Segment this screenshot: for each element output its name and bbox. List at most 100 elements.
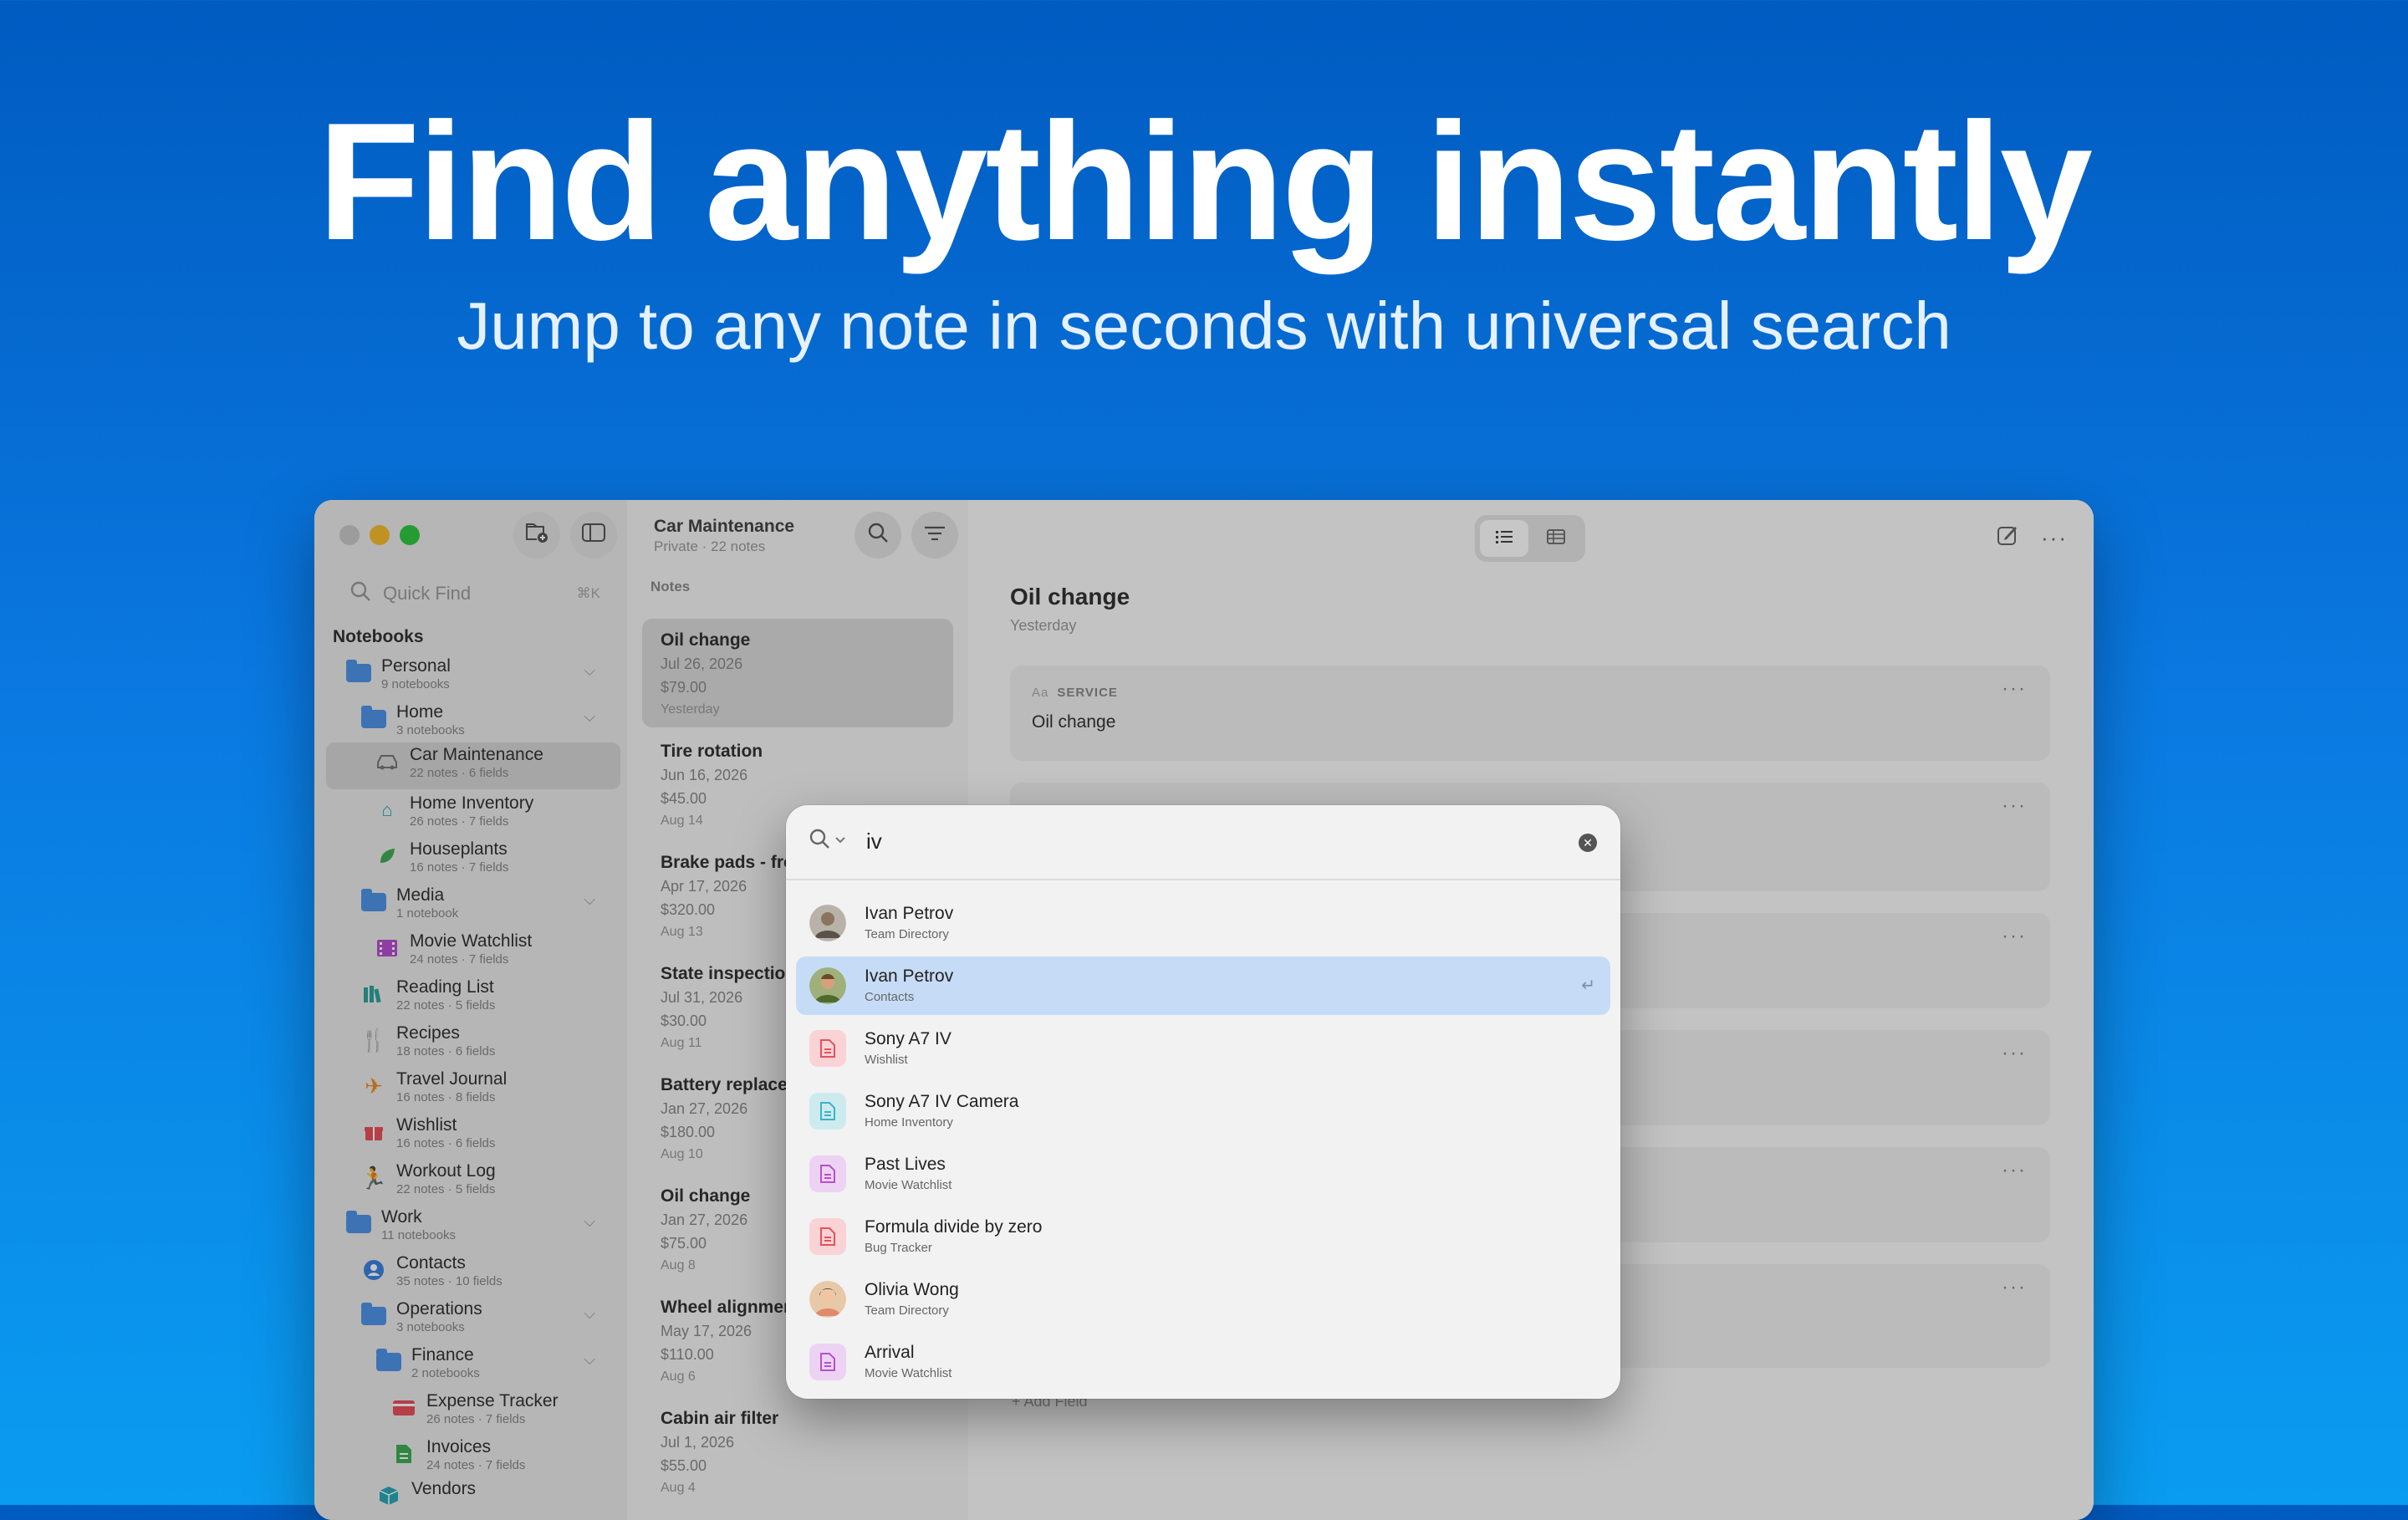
result-title: Sony A7 IV Camera bbox=[865, 1092, 1019, 1111]
sidebar-item-movie-watchlist[interactable]: Movie Watchlist 24 notes · 7 fields bbox=[373, 931, 595, 976]
clear-search-button[interactable]: ✕ bbox=[1579, 834, 1597, 852]
sidebar-item-travel-journal[interactable]: ✈ Travel Journal 16 notes · 8 fields bbox=[360, 1069, 595, 1114]
text-type-icon: Aa bbox=[1032, 686, 1049, 700]
new-notebook-button[interactable] bbox=[513, 512, 560, 559]
table-view-button[interactable] bbox=[1532, 520, 1580, 557]
ellipsis-icon[interactable]: ··· bbox=[2002, 1042, 2027, 1065]
sidebar-item-car-maintenance[interactable]: Car Maintenance 22 notes · 6 fields bbox=[326, 742, 620, 789]
sidebar-item-home-inventory[interactable]: ⌂ Home Inventory 26 notes · 7 fields bbox=[373, 793, 595, 838]
note-amount: $180.00 bbox=[661, 1124, 716, 1140]
sidebar-item-invoices[interactable]: Invoices 24 notes · 7 fields bbox=[390, 1436, 595, 1482]
ellipsis-icon[interactable]: ··· bbox=[2002, 1276, 2027, 1299]
note-amount: $30.00 bbox=[661, 1012, 707, 1029]
sidebar-item-contacts[interactable]: Contacts 35 notes · 10 fields bbox=[360, 1252, 595, 1298]
search-result-item[interactable]: Olivia Wong Team Directory bbox=[796, 1270, 1610, 1329]
sidebar-item-personal[interactable]: Personal 9 notebooks ⌵ bbox=[344, 655, 595, 701]
sidebar-item-label: Recipes bbox=[396, 1023, 460, 1043]
search-result-item[interactable]: Arrival Movie Watchlist bbox=[796, 1333, 1610, 1391]
chevron-down-icon[interactable]: ⌵ bbox=[584, 708, 595, 726]
chevron-down-icon[interactable]: ⌵ bbox=[584, 1213, 595, 1231]
note-list-item[interactable]: Cabin air filter Jul 1, 2026 $55.00 Aug … bbox=[642, 1397, 953, 1506]
chevron-down-icon[interactable]: ⌵ bbox=[584, 891, 595, 909]
search-input[interactable]: iv bbox=[866, 829, 882, 854]
minimize-window-button[interactable] bbox=[370, 525, 390, 545]
quick-find-label: Quick Find bbox=[383, 583, 472, 604]
ellipsis-icon[interactable]: ··· bbox=[2002, 925, 2027, 948]
sidebar-item-media[interactable]: Media 1 notebook ⌵ bbox=[360, 885, 595, 930]
sidebar-item-reading-list[interactable]: Reading List 22 notes · 5 fields bbox=[360, 977, 595, 1022]
result-notebook: Team Directory bbox=[865, 1303, 949, 1318]
note-amount: $110.00 bbox=[661, 1346, 714, 1363]
note-title: Oil change bbox=[661, 1186, 751, 1206]
running-figure-icon: 🏃 bbox=[360, 1165, 388, 1191]
note-amount: $75.00 bbox=[661, 1235, 707, 1252]
table-icon bbox=[1547, 528, 1565, 549]
ellipsis-icon[interactable]: ··· bbox=[2002, 794, 2027, 818]
search-result-item-selected[interactable]: Ivan Petrov Contacts ↵ bbox=[796, 956, 1610, 1015]
folder-icon bbox=[360, 889, 388, 915]
search-result-item[interactable]: Sony A7 IV Camera Home Inventory bbox=[796, 1082, 1610, 1140]
document-icon bbox=[809, 1218, 846, 1255]
note-date: May 17, 2026 bbox=[661, 1323, 752, 1339]
note-updated: Aug 4 bbox=[661, 1481, 696, 1495]
result-notebook: Home Inventory bbox=[865, 1115, 953, 1130]
list-view-button[interactable] bbox=[1480, 520, 1528, 557]
sidebar-item-vendors[interactable]: Vendors bbox=[375, 1478, 595, 1520]
compose-button[interactable] bbox=[1985, 515, 2030, 560]
toggle-sidebar-button[interactable] bbox=[570, 512, 617, 559]
search-result-item[interactable]: Ivan Petrov Team Directory bbox=[796, 894, 1610, 952]
note-title: Wheel alignmen bbox=[661, 1298, 794, 1317]
chevron-down-icon[interactable]: ⌵ bbox=[584, 1351, 595, 1369]
sidebar-item-work[interactable]: Work 11 notebooks ⌵ bbox=[344, 1206, 595, 1252]
search-notes-button[interactable] bbox=[855, 512, 901, 559]
ellipsis-icon[interactable]: ··· bbox=[2002, 1159, 2027, 1182]
note-list-item[interactable]: Oil change Jul 26, 2026 $79.00 Yesterday bbox=[642, 619, 953, 727]
document-icon bbox=[809, 1093, 846, 1130]
field-label: Aa SERVICE bbox=[1032, 686, 1118, 700]
chevron-down-icon[interactable]: ⌵ bbox=[584, 1305, 595, 1323]
close-window-button[interactable] bbox=[339, 525, 360, 545]
sidebar-item-label: Movie Watchlist bbox=[410, 931, 533, 951]
note-amount: $320.00 bbox=[661, 901, 716, 918]
search-result-item[interactable]: Past Lives Movie Watchlist bbox=[796, 1145, 1610, 1203]
quick-find-shortcut: ⌘K bbox=[576, 585, 600, 601]
quick-find[interactable]: Quick Find ⌘K bbox=[349, 577, 600, 610]
result-notebook: Wishlist bbox=[865, 1053, 908, 1067]
ellipsis-icon[interactable]: ··· bbox=[2002, 677, 2027, 701]
leaf-icon bbox=[373, 844, 401, 869]
sidebar-item-wishlist[interactable]: Wishlist 16 notes · 6 fields bbox=[360, 1114, 595, 1160]
sort-filter-button[interactable] bbox=[911, 512, 958, 559]
search-result-item[interactable]: Sony A7 IV Wishlist bbox=[796, 1019, 1610, 1078]
search-icon bbox=[808, 827, 831, 854]
sidebar-item-operations[interactable]: Operations 3 notebooks ⌵ bbox=[360, 1298, 595, 1344]
sidebar-item-label: Personal bbox=[381, 656, 451, 676]
sidebar-item-workout-log[interactable]: 🏃 Workout Log 22 notes · 5 fields bbox=[360, 1160, 595, 1206]
list-icon bbox=[1495, 528, 1513, 549]
chevron-down-icon[interactable]: ⌵ bbox=[584, 662, 595, 680]
sidebar-icon bbox=[581, 522, 606, 548]
result-notebook: Movie Watchlist bbox=[865, 1178, 952, 1192]
sidebar-item-meta: 3 notebooks bbox=[396, 1320, 465, 1334]
avatar bbox=[809, 905, 846, 941]
field-card[interactable]: Aa SERVICE Oil change ··· bbox=[1010, 666, 2050, 761]
sidebar-item-finance[interactable]: Finance 2 notebooks ⌵ bbox=[375, 1344, 595, 1390]
sidebar-item-meta: 26 notes · 7 fields bbox=[426, 1412, 526, 1426]
sidebar-item-houseplants[interactable]: Houseplants 16 notes · 7 fields bbox=[373, 839, 595, 884]
sidebar-item-recipes[interactable]: 🍴 Recipes 18 notes · 6 fields bbox=[360, 1023, 595, 1068]
result-notebook: Movie Watchlist bbox=[865, 1366, 952, 1380]
result-title: Past Lives bbox=[865, 1155, 946, 1174]
sidebar-item-label: Home Inventory bbox=[410, 793, 534, 813]
sidebar-item-expense-tracker[interactable]: Expense Tracker 26 notes · 7 fields bbox=[390, 1390, 595, 1436]
field-value: Oil change bbox=[1032, 712, 1116, 732]
avatar bbox=[809, 967, 846, 1004]
search-scope-button[interactable] bbox=[808, 827, 846, 854]
sidebar-item-label: Workout Log bbox=[396, 1161, 496, 1181]
search-result-item[interactable]: Formula divide by zero Bug Tracker bbox=[796, 1207, 1610, 1266]
fork-knife-icon: 🍴 bbox=[360, 1027, 388, 1053]
note-date: Jul 26, 2026 bbox=[661, 655, 743, 672]
note-date: Apr 17, 2026 bbox=[661, 878, 747, 895]
sidebar-item-label: Work bbox=[381, 1207, 422, 1227]
zoom-window-button[interactable] bbox=[400, 525, 420, 545]
more-options-button[interactable]: ··· bbox=[2032, 515, 2077, 560]
sidebar-item-home[interactable]: Home 3 notebooks ⌵ bbox=[360, 701, 595, 747]
